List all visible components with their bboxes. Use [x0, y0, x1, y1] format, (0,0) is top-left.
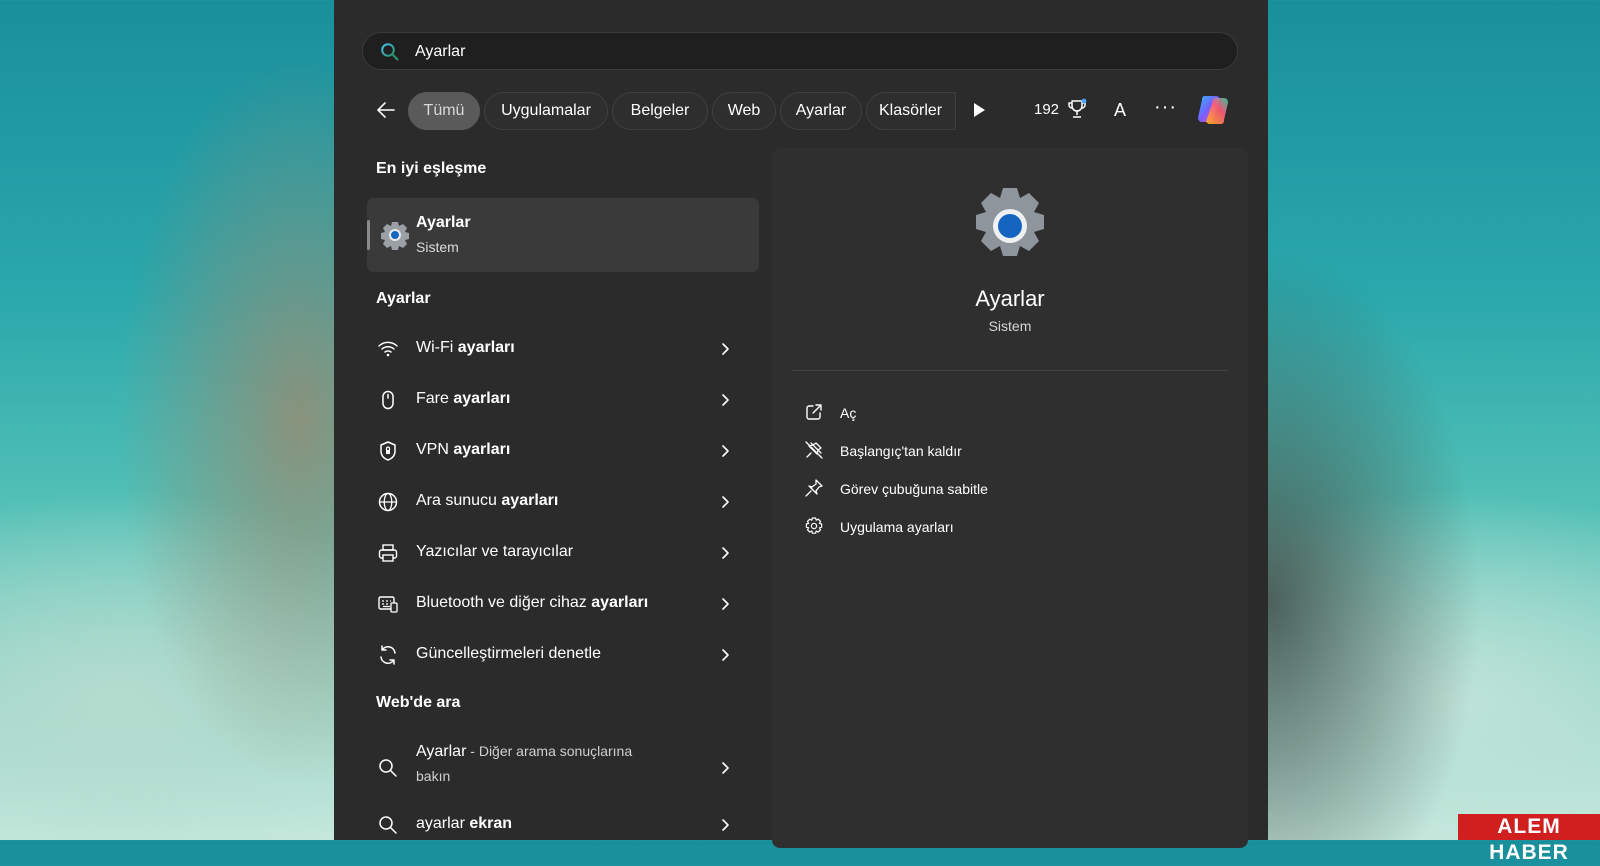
tab-folders[interactable]: Klasörler [866, 92, 956, 130]
open-external-icon [806, 404, 822, 420]
settings-app-icon [381, 222, 409, 250]
settings-section-heading: Ayarlar [376, 290, 431, 307]
chevron-right-icon [722, 547, 729, 559]
divider [792, 370, 1228, 371]
tab-documents[interactable]: Belgeler [612, 92, 708, 130]
tab-web[interactable]: Web [712, 92, 776, 130]
unpin-icon [805, 441, 823, 459]
chevron-right-icon [722, 819, 729, 831]
list-item-label: Bluetooth ve diğer cihaz ayarları [416, 594, 649, 611]
action-label: Aç [840, 405, 857, 421]
action-label: Başlangıç'tan kaldır [840, 443, 962, 459]
web-result-ayarlar-ekran[interactable]: ayarlar ekran [367, 802, 759, 848]
search-icon [379, 816, 397, 834]
settings-app-large-icon [976, 188, 1044, 256]
action-app-settings[interactable]: Uygulama ayarları [804, 512, 1224, 542]
account-avatar[interactable]: A [1108, 98, 1132, 122]
web-search-heading: Web'de ara [376, 694, 461, 711]
back-arrow-icon[interactable] [374, 98, 398, 122]
mouse-icon [382, 390, 394, 410]
trophy-icon[interactable] [1066, 98, 1088, 120]
search-icon [381, 43, 399, 61]
preview-subtitle: Sistem [988, 318, 1032, 334]
list-item-label: Ara sunucu ayarları [416, 492, 559, 509]
list-item-proxy-settings[interactable]: Ara sunucu ayarları [367, 479, 759, 525]
list-item-mouse-settings[interactable]: Fare ayarları [367, 377, 759, 423]
list-item-label-continued: bakın [416, 768, 451, 784]
action-label: Görev çubuğuna sabitle [840, 481, 988, 497]
tab-apps[interactable]: Uygulamalar [484, 92, 608, 130]
wifi-icon [378, 341, 398, 357]
rewards-points: 192 [1034, 101, 1060, 118]
list-item-bluetooth-settings[interactable]: Bluetooth ve diğer cihaz ayarları [367, 581, 759, 627]
shield-icon [380, 441, 396, 461]
list-item-wifi-settings[interactable]: Wi-Fi ayarları [367, 326, 759, 372]
globe-icon [378, 492, 398, 512]
search-input[interactable] [413, 33, 1217, 71]
best-match-heading: En iyi eşleşme [376, 160, 487, 177]
search-icon [379, 759, 397, 777]
refresh-icon [380, 645, 396, 665]
list-item-check-updates[interactable]: Güncelleştirmeleri denetle [367, 632, 759, 678]
list-item-label: Ayarlar - Diğer arama sonuçlarına [416, 743, 633, 760]
list-item-label: VPN ayarları [416, 441, 511, 458]
search-box[interactable] [362, 32, 1238, 71]
chevron-right-icon [722, 496, 729, 508]
chevron-right-icon [722, 598, 729, 610]
list-item-printers[interactable]: Yazıcılar ve tarayıcılar [367, 530, 759, 576]
preview-pane: Ayarlar Sistem Aç Başlangıç'tan kaldır G… [772, 148, 1248, 848]
watermark-logo: ALEM HABER [1458, 814, 1600, 864]
selection-indicator [367, 220, 370, 250]
copilot-icon[interactable] [1194, 92, 1232, 128]
list-item-label: ayarlar ekran [416, 815, 513, 832]
tab-settings[interactable]: Ayarlar [780, 92, 862, 130]
printer-icon [378, 544, 398, 562]
chevron-right-icon [722, 445, 729, 457]
list-item-vpn-settings[interactable]: VPN ayarları [367, 428, 759, 474]
list-item-label: Wi-Fi ayarları [416, 339, 515, 356]
best-match-subtitle: Sistem [416, 239, 459, 255]
chevron-right-icon [722, 762, 729, 774]
chevron-right-icon [722, 394, 729, 406]
pin-icon [805, 479, 823, 497]
action-open[interactable]: Aç [804, 398, 1224, 428]
devices-icon [378, 596, 398, 613]
more-options-icon[interactable]: ··· [1154, 96, 1177, 119]
web-result-more[interactable]: Ayarlar - Diğer arama sonuçlarına bakın [367, 740, 759, 796]
best-match-item[interactable]: Ayarlar Sistem [367, 198, 759, 272]
list-item-label: Güncelleştirmeleri denetle [416, 645, 601, 662]
action-unpin-start[interactable]: Başlangıç'tan kaldır [804, 436, 1224, 466]
play-icon[interactable] [970, 100, 988, 120]
gear-icon [805, 517, 823, 534]
best-match-title: Ayarlar [416, 214, 471, 231]
start-search-panel: Tümü Uygulamalar Belgeler Web Ayarlar Kl… [334, 0, 1268, 848]
action-label: Uygulama ayarları [840, 519, 954, 535]
list-item-label: Yazıcılar ve tarayıcılar [416, 543, 574, 560]
preview-title: Ayarlar [975, 286, 1045, 311]
action-pin-taskbar[interactable]: Görev çubuğuna sabitle [804, 474, 1224, 504]
chevron-right-icon [722, 343, 729, 355]
tab-all[interactable]: Tümü [408, 92, 480, 130]
list-item-label: Fare ayarları [416, 390, 511, 407]
chevron-right-icon [722, 649, 729, 661]
